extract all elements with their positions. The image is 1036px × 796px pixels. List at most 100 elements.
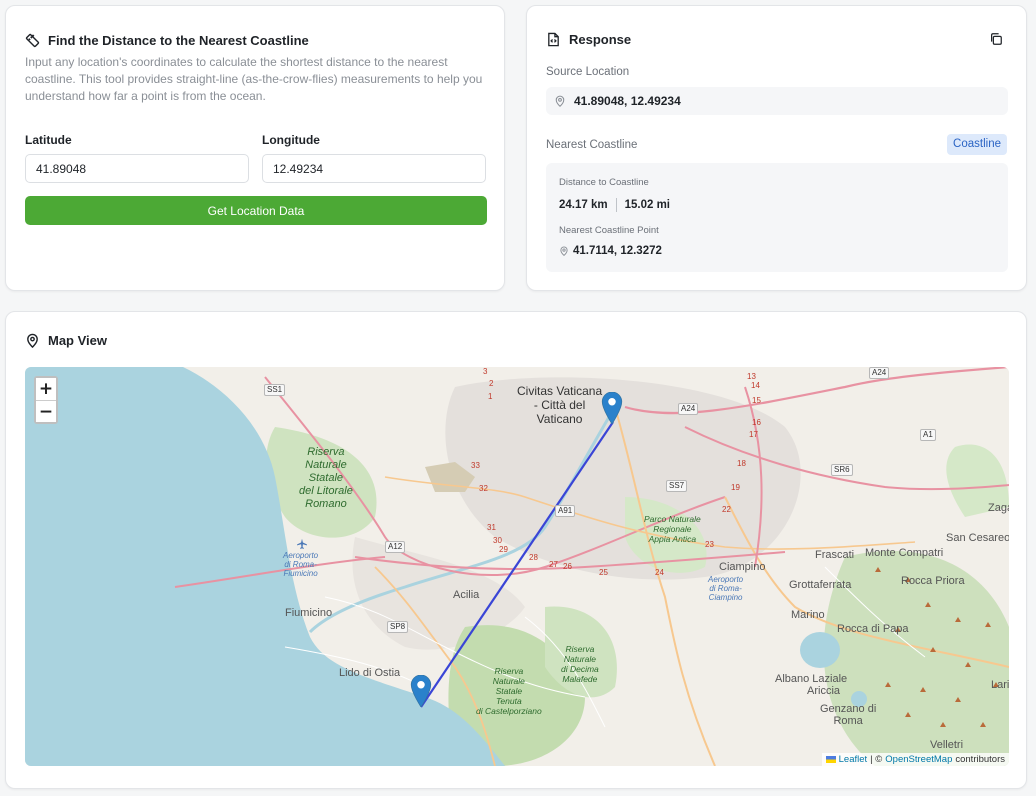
road-shield: SP8 — [387, 621, 409, 633]
coastline-marker-icon[interactable] — [410, 675, 432, 707]
airplane-icon — [297, 538, 307, 549]
road-shield: A24 — [678, 403, 699, 415]
label-velletri: Velletri — [930, 739, 964, 751]
distance-label: Distance to Coastline — [559, 177, 649, 188]
label-reserve-litorale: Riserva Naturale Statale del Litorale Romano — [299, 446, 353, 510]
road-number: 30 — [493, 536, 502, 545]
input-description: Input any location's coordinates to calc… — [25, 55, 483, 103]
response-title: Response — [546, 32, 631, 47]
attribution-suffix: contributors — [955, 754, 1005, 765]
road-number: 33 — [471, 461, 480, 470]
source-marker-icon[interactable] — [601, 392, 623, 424]
road-number: 24 — [655, 568, 664, 577]
source-location-value: 41.89048, 12.49234 — [574, 94, 681, 108]
road-number: 3 — [483, 367, 488, 376]
response-title-text: Response — [569, 32, 632, 47]
latitude-label: Latitude — [25, 133, 72, 147]
zoom-out-button[interactable]: − — [36, 400, 56, 422]
longitude-input[interactable] — [262, 154, 486, 183]
map-pin-icon — [27, 333, 38, 348]
source-location-label: Source Location — [546, 66, 630, 78]
road-shield: A24 — [869, 367, 890, 379]
input-title-text: Find the Distance to the Nearest Coastli… — [48, 33, 309, 48]
road-number: 22 — [722, 505, 731, 514]
map-pin-icon — [555, 95, 565, 107]
attribution-separator: | © — [870, 754, 883, 765]
label-vatican: Civitas Vaticana - Città del Vaticano — [517, 384, 603, 426]
road-number: 17 — [749, 430, 758, 439]
zoom-in-button[interactable]: + — [36, 378, 56, 400]
road-number: 32 — [479, 484, 488, 493]
map-attribution: Leaflet | © OpenStreetMap contributors — [821, 753, 1009, 766]
label-fiumicino: Fiumicino — [285, 607, 333, 619]
label-aeroporto-ciampino: Aeroporto di Roma- Ciampino — [708, 575, 744, 602]
ukraine-flag-icon — [825, 756, 836, 763]
label-ariccia: Ariccia — [807, 685, 841, 697]
map-card: Map View Civitas Vaticana - Città del Va… — [5, 311, 1027, 789]
road-number: 19 — [731, 483, 740, 492]
label-reserve-decima: Riserva Naturale di Decima Malafede — [561, 644, 599, 684]
label-rocca-priora: Rocca Priora — [901, 575, 965, 587]
road-number: 25 — [599, 568, 608, 577]
road-number: 15 — [752, 396, 761, 405]
label-ciampino: Ciampino — [719, 561, 766, 573]
copy-button[interactable] — [988, 32, 1004, 48]
road-shield: A91 — [555, 505, 576, 517]
map-title-text: Map View — [48, 333, 108, 348]
file-code-icon — [548, 32, 559, 47]
coastline-point-row: 41.7114, 12.3272 — [559, 245, 662, 257]
road-number: 26 — [563, 562, 572, 571]
road-number: 2 — [489, 379, 494, 388]
road-number: 31 — [487, 523, 496, 532]
distance-km: 24.17 km — [559, 199, 608, 211]
map-view[interactable]: Civitas Vaticana - Città del Vaticano Rise… — [25, 367, 1009, 766]
road-shield: A12 — [385, 541, 406, 553]
label-marino: Marino — [791, 609, 825, 621]
map-pin-icon — [560, 246, 568, 256]
openstreetmap-link[interactable]: OpenStreetMap — [885, 754, 952, 765]
label-reserve-castelporziano: Riserva Naturale Statale Tenuta di Castelpor… — [476, 666, 542, 716]
label-rocca-di-papa: Rocca di Papa — [837, 623, 909, 635]
road-number: 18 — [737, 459, 746, 468]
label-acilia: Acilia — [453, 589, 480, 601]
input-card: Find the Distance to the Nearest Coastli… — [5, 5, 505, 291]
road-number: 1 — [488, 392, 493, 401]
road-shield: SS7 — [666, 480, 688, 492]
label-san-cesareo: San Cesareo — [946, 532, 1009, 544]
label-aeroporto-fiumicino: Aeroporto di Roma- Fiumicino — [283, 551, 319, 578]
get-location-data-button[interactable]: Get Location Data — [25, 196, 487, 225]
latitude-input[interactable] — [25, 154, 249, 183]
label-albano: Albano Laziale — [775, 673, 848, 685]
label-lari: Lari — [991, 679, 1009, 691]
road-number: 29 — [499, 545, 508, 554]
road-number: 14 — [751, 381, 760, 390]
road-number: 23 — [705, 540, 714, 549]
coastline-point-value: 41.7114, 12.3272 — [573, 245, 662, 257]
coastline-badge: Coastline — [947, 134, 1007, 155]
ruler-icon — [25, 33, 40, 48]
road-number: 16 — [752, 418, 761, 427]
map-title: Map View — [25, 333, 107, 348]
nearest-coastline-label: Nearest Coastline — [546, 139, 638, 151]
road-number: 28 — [529, 553, 538, 562]
label-parco-appia: Parco Naturale Regionale Appia Antica — [644, 514, 701, 544]
label-monte-compatri: Monte Compatri — [865, 547, 944, 559]
distance-row: 24.17 km 15.02 mi — [559, 198, 670, 212]
leaflet-link[interactable]: Leaflet — [839, 754, 868, 765]
label-lido-ostia: Lido di Ostia — [339, 667, 401, 679]
longitude-label: Longitude — [262, 133, 320, 147]
input-title: Find the Distance to the Nearest Coastli… — [25, 33, 309, 48]
zoom-control: + − — [34, 376, 58, 424]
road-shield: A1 — [920, 429, 936, 441]
label-zaga: Zaga — [988, 502, 1009, 514]
road-number: 27 — [549, 560, 558, 569]
label-frascati: Frascati — [815, 549, 855, 561]
copy-icon — [991, 33, 1002, 45]
coastline-point-label: Nearest Coastline Point — [559, 225, 659, 236]
source-location-box: 41.89048, 12.49234 — [546, 87, 1008, 115]
road-shield: SR6 — [831, 464, 853, 476]
response-card: Response Source Location 41.89048, 12.49… — [526, 5, 1027, 291]
label-genzano: Genzano di Roma — [820, 703, 877, 727]
road-number: 13 — [747, 372, 756, 381]
label-grottaferrata: Grottaferrata — [789, 579, 852, 591]
